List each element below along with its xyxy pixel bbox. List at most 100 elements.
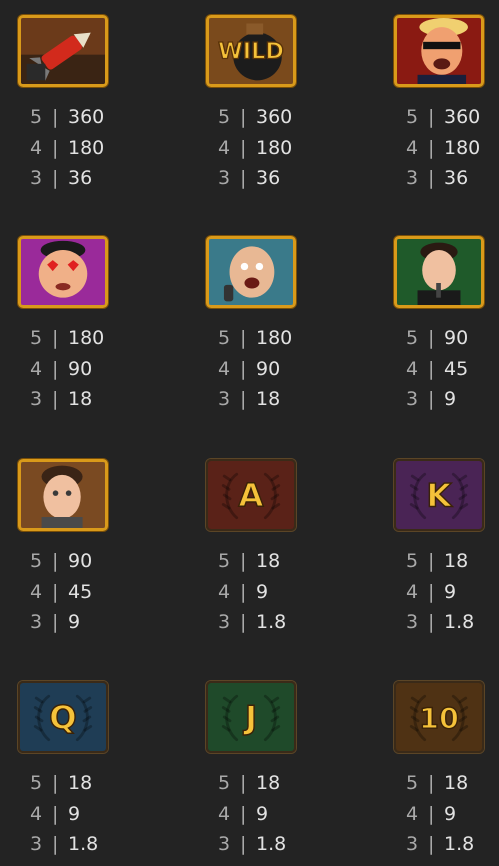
match-count: 4	[406, 580, 419, 603]
separator: |	[428, 167, 435, 189]
pay-value: 36	[444, 167, 469, 189]
pay-value: 18	[256, 388, 281, 410]
match-count: 5	[218, 327, 231, 349]
match-count: 5	[30, 772, 43, 794]
separator: |	[240, 357, 247, 380]
card-letter: K	[426, 477, 452, 515]
pay-value: 18	[444, 550, 469, 572]
pay-value: 1.8	[444, 611, 475, 633]
pay-value: 45	[444, 357, 469, 380]
match-count: 4	[30, 357, 43, 380]
pay-row: 3 | 1.8	[406, 607, 499, 638]
match-count: 4	[218, 136, 231, 159]
separator: |	[428, 802, 435, 825]
pay-row: 3 | 36	[30, 163, 150, 194]
pay-row: 4 | 45	[406, 354, 499, 385]
match-count: 3	[30, 167, 43, 189]
pay-row: 5 | 90	[30, 546, 150, 577]
match-count: 3	[30, 611, 43, 633]
separator: |	[52, 611, 59, 633]
match-count: 5	[406, 550, 419, 572]
pay-value: 180	[256, 327, 293, 349]
separator: |	[240, 136, 247, 159]
pay-value: 9	[444, 580, 457, 603]
pay-list: 5 | 360 4 | 180 3 | 36	[406, 102, 499, 194]
card-letter: 10	[419, 702, 459, 735]
pay-row: 5 | 360	[30, 102, 150, 133]
separator: |	[52, 833, 59, 855]
queen-symbol-icon: Q	[18, 681, 108, 753]
separator: |	[52, 327, 59, 349]
separator: |	[428, 136, 435, 159]
match-count: 3	[406, 833, 419, 855]
match-count: 4	[30, 136, 43, 159]
pay-list: 5 | 180 4 | 90 3 | 18	[218, 323, 338, 415]
pay-value: 18	[444, 772, 469, 794]
ace-symbol-icon: A	[206, 459, 296, 531]
wild-symbol-icon: WILD	[206, 15, 296, 87]
separator: |	[240, 611, 247, 633]
separator: |	[428, 580, 435, 603]
pay-value: 18	[256, 550, 281, 572]
match-count: 5	[30, 550, 43, 572]
pay-row: 4 | 9	[30, 799, 150, 830]
pay-list: 5 | 18 4 | 9 3 | 1.8	[218, 768, 338, 860]
pay-value: 1.8	[256, 611, 287, 633]
kim-symbol-icon	[18, 236, 108, 308]
pay-value: 180	[68, 327, 105, 349]
separator: |	[240, 550, 247, 572]
pay-row: 5 | 18	[218, 768, 338, 799]
pay-value: 180	[256, 136, 293, 159]
pay-row: 3 | 18	[218, 384, 338, 415]
pay-list: 5 | 18 4 | 9 3 | 1.8	[218, 546, 338, 638]
pay-row: 5 | 18	[406, 546, 499, 577]
symbol-cell-king: K 5 | 18 4 | 9 3 | 1.8	[394, 459, 499, 659]
match-count: 4	[30, 580, 43, 603]
pay-row: 4 | 9	[406, 577, 499, 608]
pay-row: 5 | 90	[406, 323, 499, 354]
pay-value: 180	[68, 136, 105, 159]
symbol-cell-missile: 5 | 360 4 | 180 3 | 36	[18, 15, 188, 215]
king-symbol-icon: K	[394, 459, 484, 531]
musk-symbol-icon	[394, 236, 484, 308]
match-count: 4	[218, 580, 231, 603]
pay-value: 36	[68, 167, 93, 189]
match-count: 5	[406, 106, 419, 128]
pay-list: 5 | 90 4 | 45 3 | 9	[406, 323, 499, 415]
symbol-cell-wild: WILD 5 | 360 4 | 180 3 | 36	[206, 15, 376, 215]
zuckerberg-symbol-icon	[18, 459, 108, 531]
pay-value: 36	[256, 167, 281, 189]
match-count: 5	[30, 327, 43, 349]
pay-value: 18	[68, 772, 93, 794]
separator: |	[240, 580, 247, 603]
match-count: 4	[406, 357, 419, 380]
separator: |	[240, 106, 247, 128]
pay-value: 9	[68, 611, 81, 633]
symbol-cell-kim: 5 | 180 4 | 90 3 | 18	[18, 236, 188, 436]
pay-row: 3 | 1.8	[218, 829, 338, 860]
match-count: 3	[30, 388, 43, 410]
pay-value: 180	[444, 136, 481, 159]
pay-row: 3 | 9	[406, 384, 499, 415]
wild-label: WILD	[218, 39, 284, 65]
pay-row: 4 | 180	[30, 133, 150, 164]
separator: |	[52, 388, 59, 410]
pay-value: 90	[68, 357, 93, 380]
pay-row: 3 | 36	[406, 163, 499, 194]
pay-value: 90	[68, 550, 93, 572]
separator: |	[52, 772, 59, 794]
pay-value: 9	[444, 388, 457, 410]
pay-value: 18	[68, 388, 93, 410]
symbol-cell-putin: 5 | 180 4 | 90 3 | 18	[206, 236, 376, 436]
separator: |	[240, 327, 247, 349]
pay-value: 18	[256, 772, 281, 794]
pay-row: 5 | 18	[406, 768, 499, 799]
pay-row: 5 | 18	[218, 546, 338, 577]
separator: |	[52, 167, 59, 189]
pay-list: 5 | 18 4 | 9 3 | 1.8	[406, 768, 499, 860]
pay-row: 3 | 1.8	[30, 829, 150, 860]
separator: |	[52, 802, 59, 825]
pay-row: 5 | 180	[218, 323, 338, 354]
pay-value: 9	[256, 802, 269, 825]
separator: |	[240, 167, 247, 189]
